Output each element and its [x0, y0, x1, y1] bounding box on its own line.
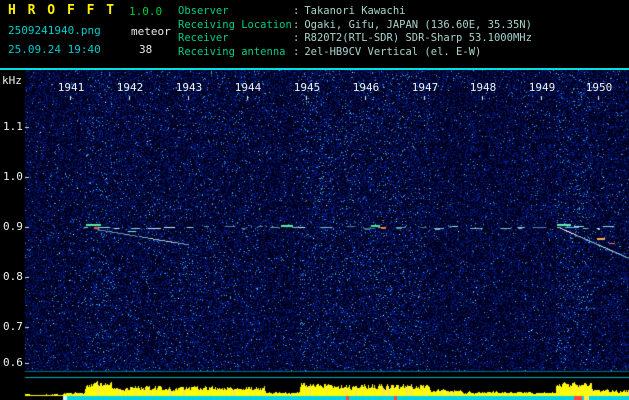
info-row-location: Receiving Location: Ogaki, Gifu, JAPAN (1… [178, 19, 532, 33]
info-label: Receiving Location [178, 18, 292, 31]
hrofft-window: H R O F F T 1.0.0 2509241940.png meteor … [0, 0, 629, 400]
info-row-antenna: Receiving antenna:2el-HB9CV Vertical (el… [178, 46, 532, 60]
info-value: Ogaki, Gifu, JAPAN (136.60E, 35.35N) [304, 18, 532, 31]
mode-label: meteor [131, 25, 171, 38]
info-value: 2el-HB9CV Vertical (el. E-W) [304, 45, 482, 58]
info-row-observer: Observer: Takanori Kawachi [178, 5, 532, 19]
info-label: Observer [178, 5, 229, 17]
output-filename: 2509241940.png [8, 24, 101, 37]
datetime-label: 25.09.24 19:40 [8, 43, 101, 56]
info-value: R820T2(RTL-SDR) SDR-Sharp 53.1000MHz [304, 32, 532, 44]
observer-info-block: Observer: Takanori Kawachi Receiving Loca… [178, 5, 532, 59]
app-version: 1.0.0 [129, 5, 163, 18]
echo-count: 38 [139, 43, 153, 56]
header: H R O F F T 1.0.0 2509241940.png meteor … [0, 0, 629, 68]
info-label: Receiving antenna [178, 45, 286, 58]
app-title: H R O F F T [8, 3, 117, 18]
info-value: Takanori Kawachi [304, 5, 406, 17]
info-label: Receiver [178, 32, 229, 44]
spectrogram-canvas [0, 70, 629, 400]
info-row-receiver: Receiver: R820T2(RTL-SDR) SDR-Sharp 53.10… [178, 32, 532, 46]
